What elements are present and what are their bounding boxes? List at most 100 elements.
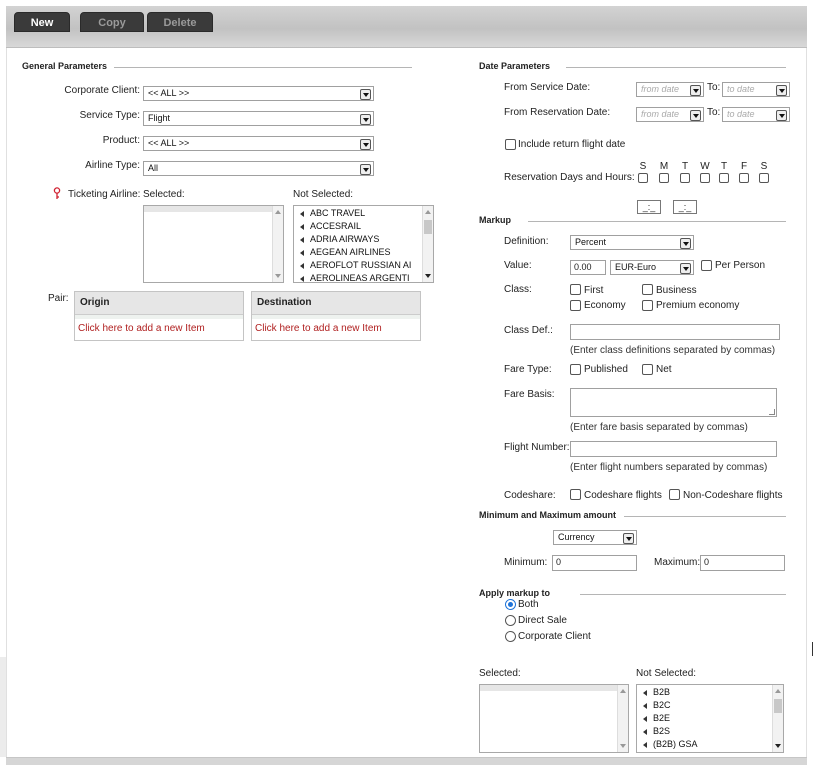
date-divider [566,67,786,68]
corporate-client-select[interactable]: << ALL >> [143,86,374,101]
delete-button[interactable]: Delete [147,12,213,32]
codeshare-flights-checkbox[interactable] [570,489,581,500]
minimum-input[interactable]: 0 [552,555,637,571]
general-divider [114,67,412,68]
class-economy-checkbox[interactable] [570,300,581,311]
service-type-select[interactable]: Flight [143,111,374,126]
airline-type-select[interactable]: All [143,161,374,176]
reservation-days-label: Reservation Days and Hours: [504,172,635,183]
reservation-date-to-select[interactable]: to date [722,107,790,122]
day-checkbox-wednesday[interactable] [700,173,710,183]
ticketing-selected-list[interactable] [143,205,284,283]
apply-not-selected-list[interactable]: B2B B2C B2E B2S (B2B) GSA [636,684,784,753]
product-select[interactable]: << ALL >> [143,136,374,151]
copy-button[interactable]: Copy [80,12,144,32]
product-label: Product: [102,135,140,146]
minimum-label: Minimum: [504,557,548,568]
arrow-left-icon [643,728,647,735]
class-premium-economy-checkbox[interactable] [642,300,653,311]
scrollbar[interactable] [422,206,433,282]
reservation-date-from-select[interactable]: from date [636,107,704,122]
list-item[interactable]: B2S [643,726,670,736]
fare-type-label: Fare Type: [504,364,552,375]
fare-type-published-checkbox[interactable] [570,364,581,375]
apply-direct-sale-radio[interactable] [505,615,516,626]
time-to-input[interactable]: _:_ [673,200,697,214]
list-item[interactable]: (B2B) GSA [643,739,698,749]
flight-number-input[interactable] [570,441,777,457]
list-item[interactable]: AEGEAN AIRLINES [300,247,391,257]
ticketing-selected-label: Selected: [143,189,185,200]
day-label-saturday: S [760,161,768,172]
list-header-strip [144,206,272,212]
chevron-down-icon [360,164,371,175]
chevron-down-icon [690,110,701,121]
day-checkbox-saturday[interactable] [759,173,769,183]
codeshare-label: Codeshare: [504,490,556,501]
minmax-type-select[interactable]: Currency [553,530,637,545]
apply-selected-label: Selected: [479,668,521,679]
non-codeshare-flights-checkbox[interactable] [669,489,680,500]
pair-label: Pair: [48,293,69,304]
chevron-down-icon [690,85,701,96]
class-business-checkbox[interactable] [642,284,653,295]
list-item[interactable]: B2B [643,687,670,697]
maximum-input[interactable]: 0 [700,555,785,571]
value-input[interactable]: 0.00 [570,260,606,275]
scrollbar[interactable] [617,685,628,752]
include-return-label: Include return flight date [518,139,626,150]
time-from-input[interactable]: _:_ [637,200,661,214]
include-return-checkbox[interactable] [505,139,516,150]
destination-add-item-link[interactable]: Click here to add a new Item [255,323,382,334]
value-label: Value: [504,260,532,271]
definition-select[interactable]: Percent [570,235,694,250]
apply-selected-list[interactable] [479,684,629,753]
day-checkbox-thursday[interactable] [719,173,729,183]
class-label: Class: [504,284,532,295]
origin-add-item-link[interactable]: Click here to add a new Item [78,323,205,334]
arrow-left-icon [300,249,304,256]
currency-select[interactable]: EUR-Euro [610,260,694,275]
day-checkbox-friday[interactable] [739,173,749,183]
service-date-from-select[interactable]: from date [636,82,704,97]
list-item[interactable]: B2E [643,713,670,723]
corporate-client-label: Corporate Client: [64,85,140,96]
chevron-down-icon [776,110,787,121]
service-date-to-select[interactable]: to date [722,82,790,97]
ticketing-not-selected-label: Not Selected: [293,189,354,200]
day-checkbox-monday[interactable] [659,173,669,183]
fare-basis-textarea[interactable] [570,388,777,417]
scrollbar[interactable] [272,206,283,282]
apply-markup-title: Apply markup to [479,588,551,598]
day-checkbox-tuesday[interactable] [680,173,690,183]
chevron-down-icon [776,85,787,96]
list-item[interactable]: ACCESRAIL [300,221,361,231]
list-item[interactable]: AEROLINEAS ARGENTI [300,273,410,282]
new-button[interactable]: New [14,12,70,32]
chevron-down-icon [623,533,634,544]
chevron-down-icon [360,114,371,125]
chevron-down-icon [360,139,371,150]
per-person-label: Per Person [715,260,766,271]
markup-divider [528,221,786,222]
apply-corporate-client-radio[interactable] [505,631,516,642]
per-person-checkbox[interactable] [701,260,712,271]
list-item[interactable]: AEROFLOT RUSSIAN AI [300,260,411,270]
fare-basis-label: Fare Basis: [504,389,555,400]
class-first-checkbox[interactable] [570,284,581,295]
maximum-label: Maximum: [654,557,701,568]
list-item[interactable]: ABC TRAVEL [300,208,365,218]
list-item[interactable]: ADRIA AIRWAYS [300,234,379,244]
arrow-left-icon [300,262,304,269]
day-label-sunday: S [639,161,647,172]
fare-type-net-checkbox[interactable] [642,364,653,375]
minmax-divider [624,516,786,517]
resize-grip-icon[interactable] [769,409,775,415]
arrow-left-icon [300,236,304,243]
list-item[interactable]: B2C [643,700,671,710]
scrollbar[interactable] [772,685,783,752]
day-checkbox-sunday[interactable] [638,173,648,183]
ticketing-not-selected-list[interactable]: ABC TRAVEL ACCESRAIL ADRIA AIRWAYS AEGEA… [293,205,434,283]
class-def-input[interactable] [570,324,780,340]
apply-both-radio[interactable] [505,599,516,610]
